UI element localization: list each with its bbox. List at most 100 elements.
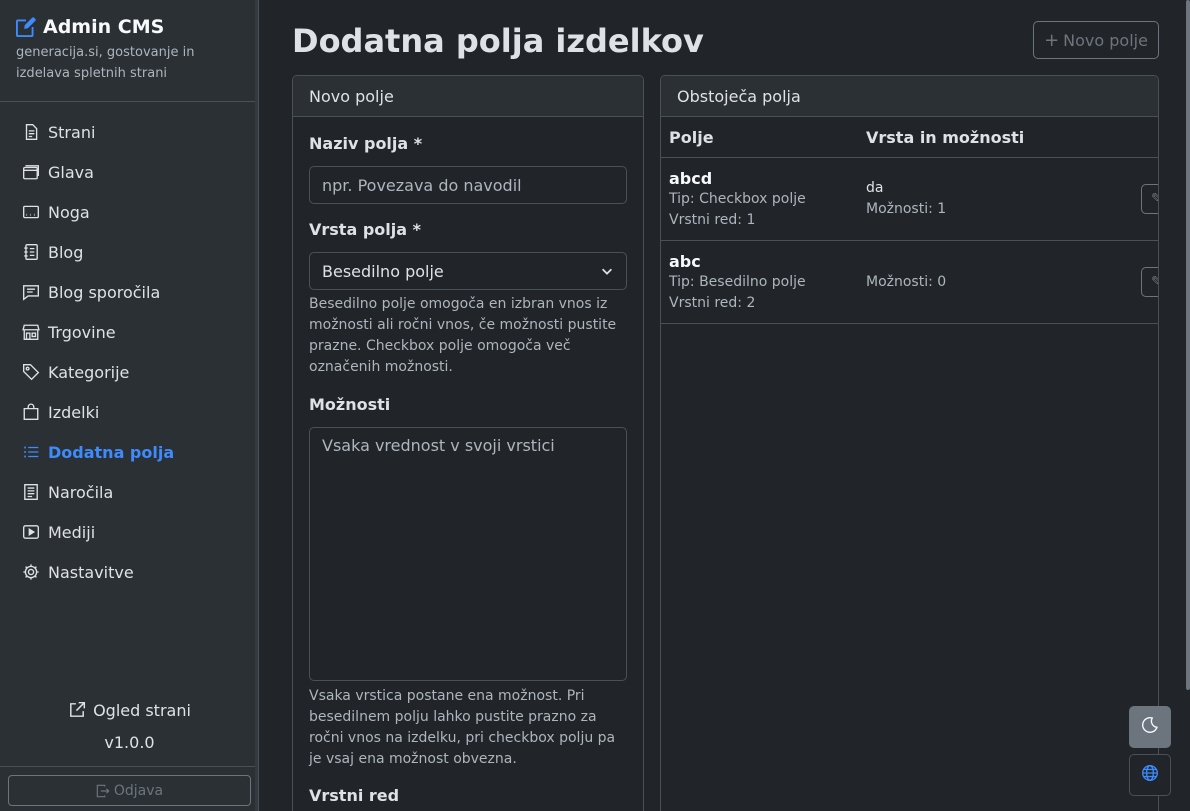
chat-icon [22,283,40,301]
media-icon [22,523,40,541]
row-value: da [866,180,884,196]
sidebar-item-blog[interactable]: Blog [0,232,258,272]
sidebar-item-glava[interactable]: Glava [0,152,258,192]
sidebar-item-kategorije[interactable]: Kategorije [0,352,258,392]
new-field-button[interactable]: + Novo polje [1033,21,1159,59]
table-row: abcd Tip: Checkbox polje Vrstni red: 1 d… [661,158,1158,241]
language-button[interactable] [1129,754,1171,796]
sidebar-item-nastavitve[interactable]: Nastavitve [0,552,258,592]
sidebar-item-label: Blog [48,242,84,262]
sidebar-item-mediji[interactable]: Mediji [0,512,258,552]
sidebar-item-blog-sporocila[interactable]: Blog sporočila [0,272,258,312]
file-icon [22,123,40,141]
shop-icon [22,323,40,341]
gear-icon [22,563,40,581]
sidebar-item-strani[interactable]: Strani [0,112,258,152]
window-stack-icon [22,163,40,181]
sidebar-item-label: Nastavitve [48,562,134,582]
row-options: Možnosti: 0 [866,273,947,290]
logout-icon [96,784,110,798]
new-field-card-title: Novo polje [293,76,643,117]
row-options: Možnosti: 1 [866,201,947,217]
column-header-field: Polje [669,127,714,147]
sidebar-item-label: Naročila [48,482,114,502]
existing-fields-card: Obstoječa polja Polje Vrsta in možnosti … [660,75,1159,811]
field-name-input[interactable]: npr. Povezava do navodil [309,166,627,204]
sidebar-item-label: Izdelki [48,402,100,422]
row-type-cell: da Možnosti: 1 [858,178,1118,220]
external-link-icon [68,701,86,719]
sidebar-item-label: Noga [48,202,90,222]
view-site-link[interactable]: Ogled strani [0,695,259,725]
new-field-card: Novo polje Naziv polja * npr. Povezava d… [292,75,644,811]
logout-label: Odjava [113,782,164,799]
table-header: Polje Vrsta in možnosti [661,117,1158,158]
field-type-label: Vrsta polja * [309,220,421,239]
moon-icon [1141,716,1159,738]
options-textarea[interactable]: Vsaka vrednost v svoji vrstici [309,427,627,681]
brand-subtitle: generacija.si, gostovanje in izdelava sp… [16,45,195,81]
row-edit-button[interactable]: ✎ [1141,184,1158,214]
sidebar-scrollbar[interactable] [255,0,258,811]
sidebar-item-label: Mediji [48,522,96,542]
page-scrollbar[interactable] [1186,0,1190,690]
view-site-label: Ogled strani [93,700,191,720]
sidebar-nav: Strani Glava Noga Blog Blog sporočila Tr… [0,102,258,592]
row-order: Vrstni red: 1 [669,211,756,228]
row-order: Vrstni red: 2 [669,294,756,311]
bag-icon [22,403,40,421]
window-dots-icon [22,203,40,221]
version-label: v1.0.0 [104,733,155,752]
options-help: Vsaka vrstica postane ena možnost. Pri b… [309,688,616,767]
row-type-cell: Možnosti: 0 [858,272,1118,293]
row-type: Tip: Checkbox polje [669,190,806,207]
pencil-square-icon [16,17,36,37]
table-row: abc Tip: Besedilno polje Vrstni red: 2 M… [661,241,1158,324]
logout-wrap: Odjava [0,766,259,811]
sidebar-item-dodatna-polja[interactable]: Dodatna polja [0,432,258,472]
journal-icon [22,243,40,261]
logout-button[interactable]: Odjava [8,775,251,806]
pencil-icon: ✎ [1151,274,1158,290]
receipt-icon [22,483,40,501]
sidebar-footer: Ogled strani v1.0.0 Odjava [0,695,259,811]
list-icon [22,443,40,461]
globe-icon [1141,764,1159,786]
sidebar-item-narocila[interactable]: Naročila [0,472,258,512]
row-field-cell: abc Tip: Besedilno polje Vrstni red: 2 [661,251,858,314]
new-field-label: Novo polje [1063,30,1148,50]
order-label: Vrstni red [309,786,400,805]
chevron-down-icon [600,264,614,278]
field-name-label: Naziv polja * [309,134,423,153]
row-name: abcd [669,168,713,188]
sidebar-item-noga[interactable]: Noga [0,192,258,232]
row-edit-button[interactable]: ✎ [1141,267,1158,297]
sidebar: Admin CMS generacija.si, gostovanje in i… [0,0,259,811]
options-label: Možnosti [309,395,391,414]
sidebar-item-label: Kategorije [48,362,130,382]
field-type-select[interactable]: Besedilno polje [309,252,627,290]
existing-fields-card-title: Obstoječa polja [661,76,1158,117]
sidebar-item-label: Glava [48,162,94,182]
sidebar-item-label: Trgovine [48,322,116,342]
row-field-cell: abcd Tip: Checkbox polje Vrstni red: 1 [661,168,858,231]
sidebar-item-label: Blog sporočila [48,282,161,302]
row-type: Tip: Besedilno polje [669,273,806,290]
field-type-help: Besedilno polje omogoča en izbran vnos i… [309,296,617,375]
page-title: Dodatna polja izdelkov [292,22,704,60]
sidebar-item-izdelki[interactable]: Izdelki [0,392,258,432]
field-type-value: Besedilno polje [322,261,444,281]
sidebar-item-trgovine[interactable]: Trgovine [0,312,258,352]
row-name: abc [669,251,701,271]
brand: Admin CMS generacija.si, gostovanje in i… [0,0,258,102]
tags-icon [22,363,40,381]
column-header-type: Vrsta in možnosti [866,127,1025,147]
sidebar-item-label: Dodatna polja [48,442,175,462]
new-field-form: Naziv polja * npr. Povezava do navodil V… [293,117,643,811]
plus-icon: + [1044,29,1060,51]
pencil-icon: ✎ [1151,191,1158,207]
brand-title-text: Admin CMS [43,16,165,38]
sidebar-item-label: Strani [48,122,96,142]
brand-title[interactable]: Admin CMS [16,16,242,38]
theme-toggle-button[interactable] [1129,706,1171,748]
